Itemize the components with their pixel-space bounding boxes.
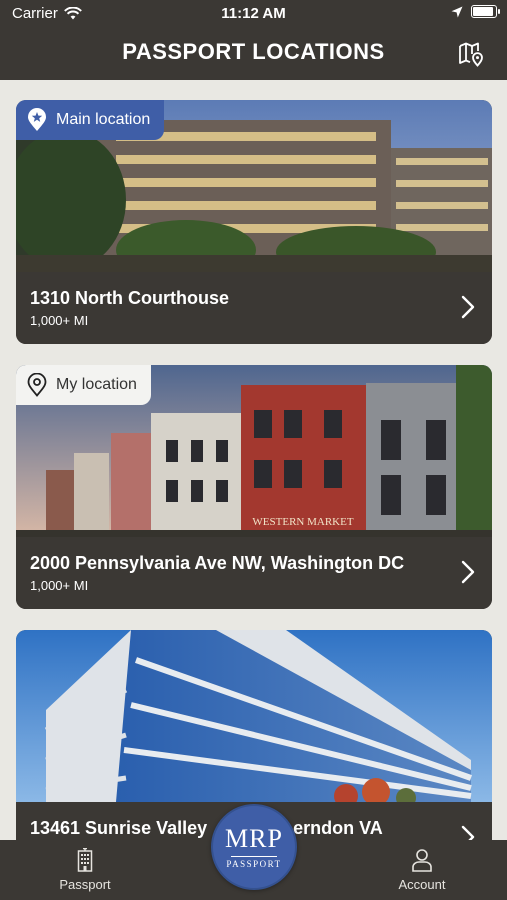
chevron-right-icon — [461, 825, 475, 840]
location-distance: 1,000+ MI — [30, 313, 89, 328]
tab-passport[interactable]: Passport — [15, 848, 155, 892]
location-distance: 1,000+ MI — [30, 578, 89, 593]
map-view-button[interactable] — [457, 40, 485, 68]
chevron-right-icon — [461, 295, 475, 319]
western-market-sign: WESTERN MARKET — [252, 516, 353, 528]
chevron-right-icon — [461, 560, 475, 584]
page-title: PASSPORT LOCATIONS — [122, 39, 385, 64]
logo-main-text: MRP — [225, 824, 283, 853]
person-icon — [412, 849, 432, 872]
my-location-badge: My location — [16, 365, 151, 405]
status-time: 11:12 AM — [221, 5, 286, 22]
mrp-passport-logo-button[interactable]: MRP PASSPORT — [211, 804, 297, 890]
main-location-badge: Main location — [16, 100, 165, 140]
tab-passport-label: Passport — [59, 877, 111, 892]
tab-account[interactable]: Account — [352, 848, 492, 892]
header-bar: PASSPORT LOCATIONS — [0, 28, 507, 80]
badge-label: Main location — [56, 111, 151, 128]
location-pin-icon — [27, 373, 47, 397]
battery-icon — [471, 5, 500, 18]
logo-divider — [231, 856, 277, 857]
star-pin-icon — [28, 108, 46, 131]
location-list[interactable]: Main location 1310 North Courthouse 1,00… — [0, 80, 507, 840]
location-name: 2000 Pennsylvania Ave NW, Washington DC — [30, 553, 405, 573]
location-image — [16, 630, 492, 802]
location-card-mine[interactable]: WESTERN MARKET My location 2000 Pennsylv… — [16, 365, 492, 609]
building-icon — [77, 848, 93, 872]
location-name: 13461 Sunrise Valley erndon VA — [30, 818, 383, 838]
location-arrow-icon — [451, 6, 463, 17]
status-bar: Carrier 11:12 AM — [0, 0, 507, 28]
tab-account-label: Account — [398, 877, 446, 892]
location-card-main[interactable]: Main location 1310 North Courthouse 1,00… — [16, 100, 492, 344]
map-pin-icon — [459, 42, 483, 67]
location-name: 1310 North Courthouse — [30, 288, 230, 308]
badge-label: My location — [56, 376, 137, 393]
logo-sub-text: PASSPORT — [226, 859, 282, 869]
